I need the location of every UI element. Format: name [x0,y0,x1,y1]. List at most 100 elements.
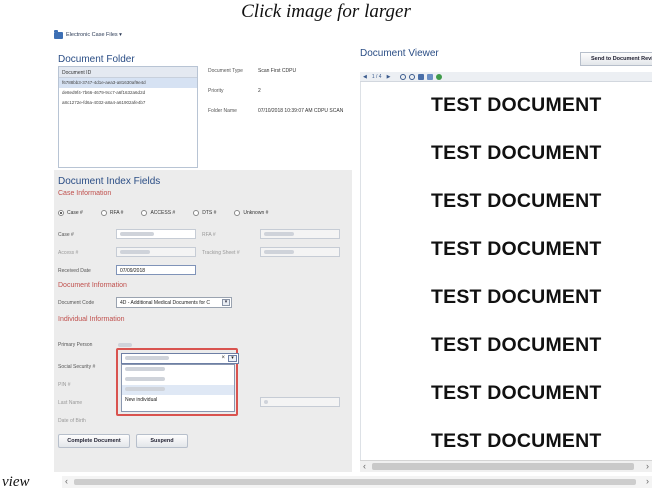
ssn-combobox[interactable]: × ▾ [121,353,239,364]
page-caption: Click image for larger [241,1,411,22]
last-name-label: Last Name [58,400,83,406]
send-to-review-button[interactable]: Send to Document Review [580,52,652,66]
tracking-sheet-input[interactable] [260,247,340,257]
redacted-value [125,387,165,391]
chevron-down-icon[interactable]: ▾ [222,299,230,306]
ssn-label: Social Security # [58,364,96,370]
access-number-input[interactable] [116,247,196,257]
first-name-input[interactable] [260,397,340,407]
id-type-radio-group: Case # RFA # ACCESS # DTS # Unknown # [58,210,286,216]
received-date-label: Received Date [58,268,91,274]
redacted-value [125,356,169,360]
clear-icon[interactable]: × [221,355,225,361]
case-information-title: Case Information [58,190,112,197]
case-number-input[interactable] [116,229,196,239]
radio-button[interactable] [141,210,148,216]
document-text-line: TEST DOCUMENT [431,430,602,452]
menu-bar[interactable]: Electronic Case Files ▾ [54,28,354,42]
document-code-select[interactable]: 4D - Additional Medical Documents for C … [116,297,232,308]
document-list-header[interactable]: Document ID [59,67,197,78]
document-text-line: TEST DOCUMENT [431,238,602,260]
document-information-title: Document Information [58,282,127,289]
print-icon[interactable] [418,73,425,80]
radio-button[interactable] [100,210,107,216]
page-indicator: 1 / 4 [371,73,382,80]
primary-person-value [118,343,132,347]
viewer-toolbar: ◀ 1 / 4 ▶ [360,72,652,82]
radio-label: Unknown # [243,210,269,216]
redacted-value [125,367,165,371]
redacted-value [264,232,294,236]
received-date-input[interactable]: 07/09/2018 [116,265,196,275]
index-fields-panel: Document Index Fields Case Information C… [54,170,352,472]
page-horizontal-scrollbar[interactable]: ‹ › [62,476,652,488]
zoom-out-icon[interactable] [409,73,416,80]
document-list: Document ID f6788bb3-3747-4d1e-aea3-a816… [58,66,198,168]
ssn-dropdown-list: New individual [121,364,235,412]
rfa-number-input[interactable] [260,229,340,239]
document-text-line: TEST DOCUMENT [431,286,602,308]
access-number-label: Access # [58,250,79,256]
zoom-in-icon[interactable] [400,73,407,80]
document-viewer-title: Document Viewer [360,48,439,59]
redacted-value [120,250,150,254]
radio-button[interactable] [234,210,241,216]
radio-dts[interactable]: DTS # [193,210,216,216]
complete-document-button[interactable]: Complete Document [58,434,130,448]
folder-icon [54,29,63,39]
redacted-value [120,232,154,236]
menu-electronic-case-files[interactable]: Electronic Case Files ▾ [66,32,122,38]
document-viewer-panel: Document Viewer Send to Document Review … [358,44,652,474]
suspend-button[interactable]: Suspend [136,434,188,448]
info-icon[interactable] [436,73,443,80]
next-page-icon[interactable]: ▶ [387,74,391,80]
radio-label: RFA # [109,210,124,216]
radio-unknown[interactable]: Unknown # [234,210,268,216]
scroll-right-icon[interactable]: › [646,476,649,487]
folder-name-value: 07/10/2018 10:39:07 AM CDPU SCAN [258,108,344,114]
doc-type-label: Document Type [208,68,243,74]
save-icon[interactable] [427,73,434,80]
redacted-value [125,377,165,381]
individual-information-title: Individual Information [58,316,125,323]
radio-button[interactable] [193,210,200,216]
pin-label: PIN # [58,382,71,388]
scrollbar-thumb[interactable] [74,479,636,485]
left-panel: Document Folder Document ID f6788bb3-374… [54,44,352,472]
document-text-line: TEST DOCUMENT [431,94,602,116]
scroll-left-icon[interactable]: ‹ [65,476,68,487]
prev-page-icon[interactable]: ◀ [363,74,367,80]
document-row[interactable]: de8ed9f4-7b66-4679-9cc7-a6f1632a6d2d [59,88,197,98]
scroll-right-icon[interactable]: › [646,461,649,472]
dob-label: Date of Birth [58,418,86,424]
app-window: Electronic Case Files ▾ Document Folder … [54,28,652,474]
index-fields-title: Document Index Fields [58,176,161,187]
document-row[interactable]: f6788bb3-3747-4d1e-aea3-a81630af9e4d [59,78,197,88]
document-folder-title: Document Folder [58,54,135,65]
folder-name-label: Folder Name [208,108,237,114]
scroll-left-icon[interactable]: ‹ [363,461,366,472]
document-text-line: TEST DOCUMENT [431,334,602,356]
document-row[interactable]: a8c1272e-fd6a-4032-a8a4-a61902afe4b7 [59,98,197,108]
document-page[interactable]: TEST DOCUMENT TEST DOCUMENT TEST DOCUMEN… [360,82,652,460]
document-code-label: Document Code [58,300,95,306]
radio-button[interactable] [58,210,64,216]
priority-value: 2 [258,88,261,94]
viewer-horizontal-scrollbar[interactable]: ‹ › [360,460,652,472]
redacted-value [264,250,294,254]
ssn-option-new-individual[interactable]: New individual [122,395,234,405]
ssn-option[interactable] [122,385,234,395]
radio-case[interactable]: Case # [58,210,83,216]
ssn-option[interactable] [122,365,234,375]
document-code-value: 4D - Additional Medical Documents for C [120,299,211,306]
radio-access[interactable]: ACCESS # [141,210,175,216]
ssn-option[interactable] [122,375,234,385]
radio-label: DTS # [202,210,217,216]
document-text-line: TEST DOCUMENT [431,190,602,212]
radio-rfa[interactable]: RFA # [100,210,124,216]
scrollbar-thumb[interactable] [372,463,634,470]
redacted-value [264,400,268,404]
doc-type-value: Scan First CDPU [258,68,297,74]
chevron-down-icon[interactable]: ▾ [228,355,237,362]
document-text-line: TEST DOCUMENT [431,142,602,164]
